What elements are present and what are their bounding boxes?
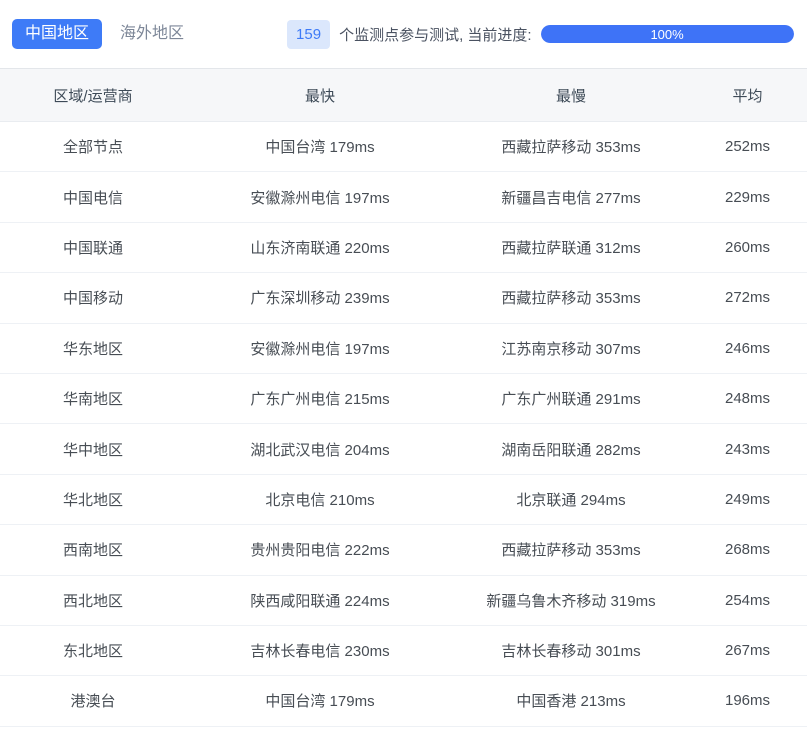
average-cell: 272ms: [688, 289, 807, 306]
table-row: 西南地区 贵州贵阳电信 222ms 西藏拉萨移动 353ms 268ms: [0, 525, 807, 575]
table-row: 中国联通 山东济南联通 220ms 西藏拉萨联通 312ms 260ms: [0, 223, 807, 273]
fastest-cell: 广东广州电信 215ms: [186, 388, 454, 409]
region-cell: 华东地区: [0, 338, 186, 359]
region-cell: 中国电信: [0, 187, 186, 208]
column-header-fastest: 最快: [186, 85, 454, 106]
slowest-cell: 西藏拉萨移动 353ms: [454, 136, 688, 157]
column-header-region: 区域/运营商: [0, 85, 186, 106]
average-cell: 260ms: [688, 239, 807, 256]
average-cell: 268ms: [688, 541, 807, 558]
table-row: 中国电信 安徽滁州电信 197ms 新疆昌吉电信 277ms 229ms: [0, 172, 807, 222]
slowest-cell: 西藏拉萨移动 353ms: [454, 287, 688, 308]
slowest-cell: 西藏拉萨联通 312ms: [454, 237, 688, 258]
slowest-cell: 江苏南京移动 307ms: [454, 338, 688, 359]
region-cell: 港澳台: [0, 690, 186, 711]
fastest-cell: 陕西咸阳联通 224ms: [186, 590, 454, 611]
average-cell: 246ms: [688, 340, 807, 357]
fastest-cell: 安徽滁州电信 197ms: [186, 187, 454, 208]
region-cell: 中国移动: [0, 287, 186, 308]
region-cell: 全部节点: [0, 136, 186, 157]
table-row: 华东地区 安徽滁州电信 197ms 江苏南京移动 307ms 246ms: [0, 324, 807, 374]
region-cell: 中国联通: [0, 237, 186, 258]
slowest-cell: 西藏拉萨移动 353ms: [454, 539, 688, 560]
tab-china-region[interactable]: 中国地区: [12, 19, 102, 49]
ping-results-table: 区域/运营商 最快 最慢 平均 全部节点 中国台湾 179ms 西藏拉萨移动 3…: [0, 68, 807, 727]
average-cell: 249ms: [688, 491, 807, 508]
average-cell: 252ms: [688, 138, 807, 155]
slowest-cell: 吉林长春移动 301ms: [454, 640, 688, 661]
slowest-cell: 北京联通 294ms: [454, 489, 688, 510]
average-cell: 267ms: [688, 642, 807, 659]
table-body: 全部节点 中国台湾 179ms 西藏拉萨移动 353ms 252ms 中国电信 …: [0, 122, 807, 727]
fastest-cell: 山东济南联通 220ms: [186, 237, 454, 258]
fastest-cell: 中国台湾 179ms: [186, 136, 454, 157]
fastest-cell: 湖北武汉电信 204ms: [186, 439, 454, 460]
table-row: 西北地区 陕西咸阳联通 224ms 新疆乌鲁木齐移动 319ms 254ms: [0, 576, 807, 626]
average-cell: 243ms: [688, 441, 807, 458]
table-row: 港澳台 中国台湾 179ms 中国香港 213ms 196ms: [0, 676, 807, 726]
fastest-cell: 北京电信 210ms: [186, 489, 454, 510]
region-cell: 华北地区: [0, 489, 186, 510]
progress-percent-text: 100%: [650, 28, 683, 41]
table-row: 华南地区 广东广州电信 215ms 广东广州联通 291ms 248ms: [0, 374, 807, 424]
region-cell: 华中地区: [0, 439, 186, 460]
progress-bar: 100%: [541, 25, 794, 43]
average-cell: 229ms: [688, 189, 807, 206]
table-header-row: 区域/运营商 最快 最慢 平均: [0, 68, 807, 122]
table-row: 全部节点 中国台湾 179ms 西藏拉萨移动 353ms 252ms: [0, 122, 807, 172]
fastest-cell: 中国台湾 179ms: [186, 690, 454, 711]
region-cell: 西北地区: [0, 590, 186, 611]
column-header-average: 平均: [688, 85, 807, 106]
fastest-cell: 广东深圳移动 239ms: [186, 287, 454, 308]
slowest-cell: 湖南岳阳联通 282ms: [454, 439, 688, 460]
tab-overseas-region[interactable]: 海外地区: [107, 19, 197, 49]
average-cell: 196ms: [688, 692, 807, 709]
monitor-progress-label: 个监测点参与测试, 当前进度:: [339, 24, 532, 45]
fastest-cell: 安徽滁州电信 197ms: [186, 338, 454, 359]
fastest-cell: 贵州贵阳电信 222ms: [186, 539, 454, 560]
table-row: 东北地区 吉林长春电信 230ms 吉林长春移动 301ms 267ms: [0, 626, 807, 676]
region-cell: 华南地区: [0, 388, 186, 409]
average-cell: 254ms: [688, 592, 807, 609]
table-row: 华北地区 北京电信 210ms 北京联通 294ms 249ms: [0, 475, 807, 525]
slowest-cell: 广东广州联通 291ms: [454, 388, 688, 409]
fastest-cell: 吉林长春电信 230ms: [186, 640, 454, 661]
slowest-cell: 新疆乌鲁木齐移动 319ms: [454, 590, 688, 611]
monitor-count-badge: 159: [287, 20, 330, 49]
column-header-slowest: 最慢: [454, 85, 688, 106]
table-row: 华中地区 湖北武汉电信 204ms 湖南岳阳联通 282ms 243ms: [0, 424, 807, 474]
slowest-cell: 新疆昌吉电信 277ms: [454, 187, 688, 208]
average-cell: 248ms: [688, 390, 807, 407]
progress-bar-fill: 100%: [541, 25, 794, 43]
toolbar: 中国地区 海外地区 159 个监测点参与测试, 当前进度: 100%: [0, 0, 807, 68]
table-row: 中国移动 广东深圳移动 239ms 西藏拉萨移动 353ms 272ms: [0, 273, 807, 323]
region-cell: 西南地区: [0, 539, 186, 560]
slowest-cell: 中国香港 213ms: [454, 690, 688, 711]
region-cell: 东北地区: [0, 640, 186, 661]
